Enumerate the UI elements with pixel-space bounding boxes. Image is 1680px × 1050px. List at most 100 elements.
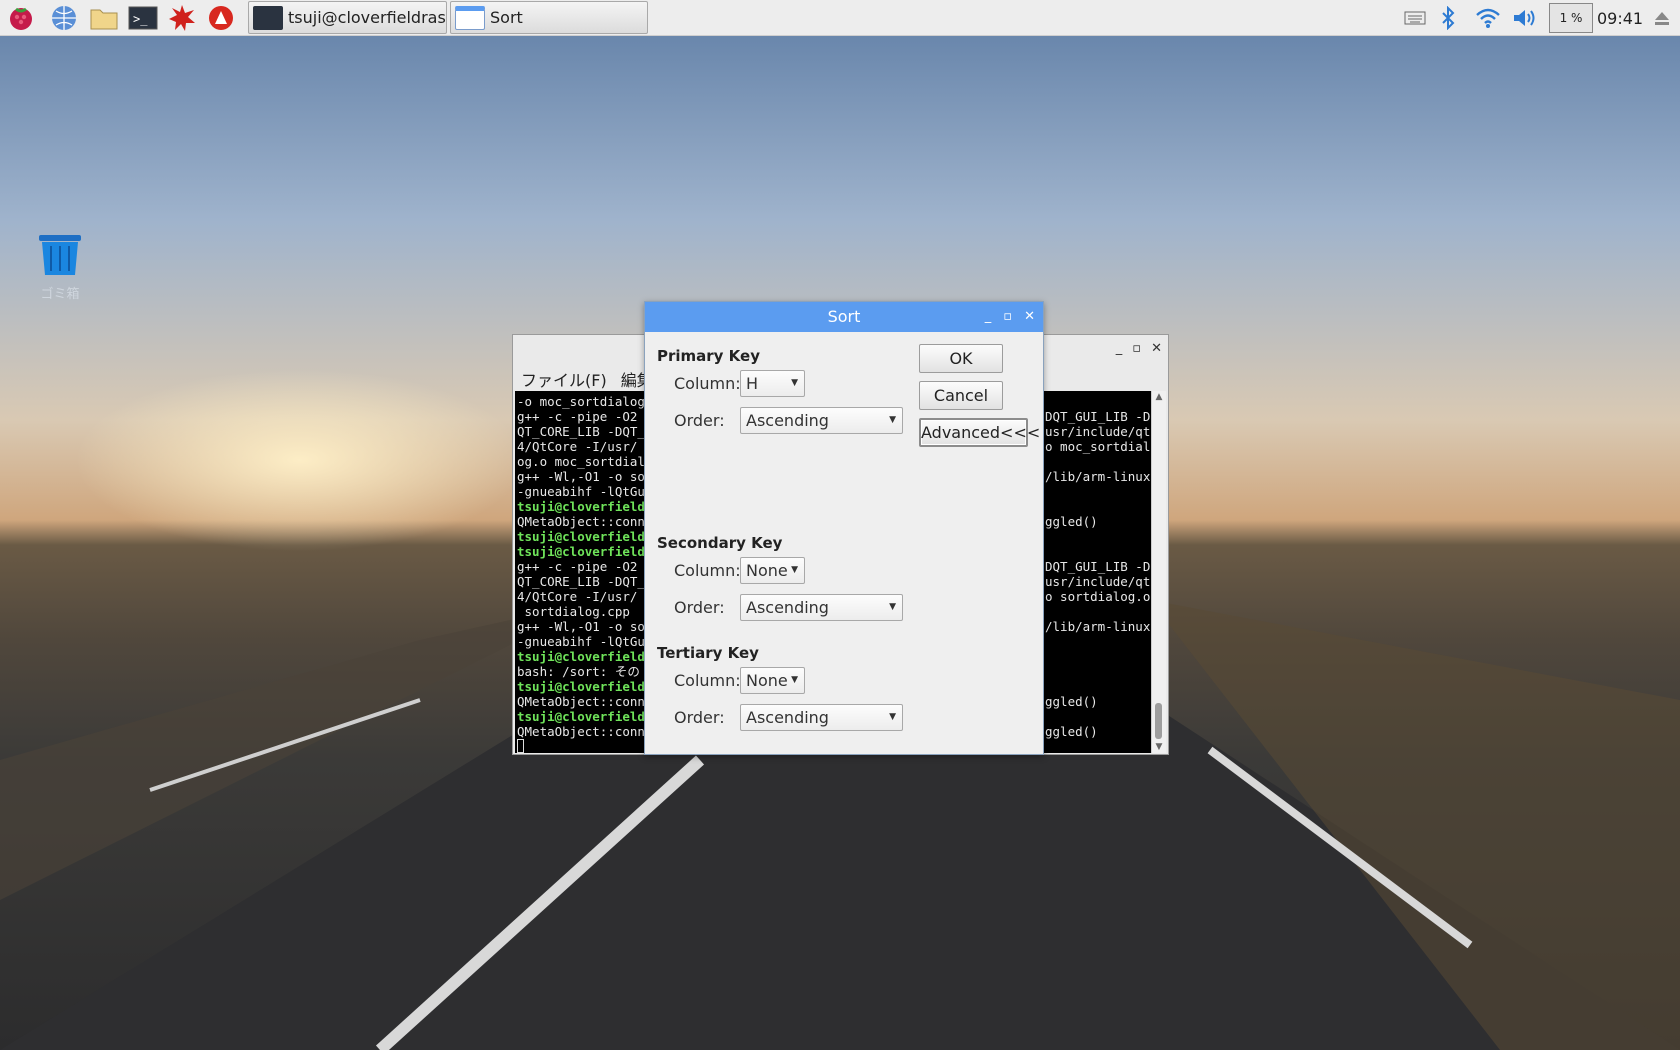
select-value: H xyxy=(746,374,759,393)
terminal-line-tail: /lib/arm-linux xyxy=(1045,469,1151,484)
window-task-icon xyxy=(455,5,485,30)
desktop-trash[interactable]: ゴミ箱 xyxy=(36,233,84,302)
terminal-line-tail: DQT_GUI_LIB -D xyxy=(1045,559,1151,574)
dialog-titlebar[interactable]: Sort _ ▫ ✕ xyxy=(645,302,1043,332)
terminal-line-tail: ggled() xyxy=(1045,694,1098,709)
trash-icon xyxy=(39,235,81,275)
terminal-line-tail: usr/include/qt xyxy=(1045,424,1151,439)
terminal-scrollbar[interactable]: ▲ ▼ xyxy=(1151,391,1166,753)
chevron-down-icon: ▼ xyxy=(889,415,896,425)
terminal-line: -o moc_sortdialog xyxy=(517,394,645,409)
scroll-up-icon[interactable]: ▲ xyxy=(1152,391,1166,403)
tertiary-order-select[interactable]: Ascending ▼ xyxy=(740,704,903,731)
primary-column-label: Column: xyxy=(674,374,741,393)
secondary-column-select[interactable]: None ▼ xyxy=(740,557,805,584)
taskbar-task-terminal[interactable]: tsuji@cloverfieldrasp... xyxy=(248,1,447,34)
sort-dialog: Sort _ ▫ ✕ Primary Key Column: H ▼ Order… xyxy=(644,301,1044,755)
primary-column-select[interactable]: H ▼ xyxy=(740,370,805,397)
terminal-line: tsuji@cloverfield xyxy=(517,499,645,514)
keyboard-icon[interactable] xyxy=(1402,0,1428,36)
cpu-monitor[interactable]: 1 % xyxy=(1549,0,1593,36)
scrollbar-thumb[interactable] xyxy=(1155,703,1162,739)
raspberry-menu-icon[interactable] xyxy=(6,3,36,33)
secondary-order-select[interactable]: Ascending ▼ xyxy=(740,594,903,621)
minimize-icon[interactable]: _ xyxy=(1116,341,1123,356)
select-value: Ascending xyxy=(746,411,829,430)
primary-key-heading: Primary Key xyxy=(657,347,760,365)
web-browser-icon[interactable] xyxy=(49,3,79,33)
wifi-icon[interactable] xyxy=(1473,0,1503,36)
terminal-line: tsuji@cloverfield xyxy=(517,649,645,664)
maximize-icon[interactable]: ▫ xyxy=(1132,341,1141,356)
tertiary-column-select[interactable]: None ▼ xyxy=(740,667,805,694)
terminal-line: g++ -Wl,-O1 -o so xyxy=(517,469,645,484)
terminal-line: QMetaObject::conn xyxy=(517,694,645,709)
terminal-line: 4/QtCore -I/usr/ xyxy=(517,439,638,454)
terminal-line: tsuji@cloverfield xyxy=(517,544,645,559)
dialog-title: Sort xyxy=(827,307,861,326)
select-value: None xyxy=(746,671,788,690)
terminal-line-tail: usr/include/qt xyxy=(1045,574,1151,589)
ok-button[interactable]: OK xyxy=(919,344,1003,373)
terminal-line: g++ -Wl,-O1 -o so xyxy=(517,619,645,634)
bluetooth-icon[interactable] xyxy=(1436,0,1460,36)
taskbar: >_ tsuji@cloverfieldrasp... Sort 1 % 09:… xyxy=(0,0,1680,36)
volume-icon[interactable] xyxy=(1510,0,1540,36)
terminal-window-controls: _ ▫ ✕ xyxy=(1116,341,1162,356)
terminal-line: 4/QtCore -I/usr/ xyxy=(517,589,638,604)
close-icon[interactable]: ✕ xyxy=(1024,302,1035,332)
taskbar-task-label: Sort xyxy=(490,8,523,27)
primary-order-label: Order: xyxy=(674,411,725,430)
trash-label: ゴミ箱 xyxy=(40,287,80,302)
terminal-line-tail: /lib/arm-linux xyxy=(1045,619,1151,634)
terminal-line-tail: o sortdialog.o xyxy=(1045,589,1151,604)
terminal-line-tail: DQT_GUI_LIB -D xyxy=(1045,409,1151,424)
terminal-line: QMetaObject::conn xyxy=(517,514,645,529)
secondary-order-label: Order: xyxy=(674,598,725,617)
menu-file[interactable]: ファイル(F) xyxy=(521,367,607,391)
terminal-line: -gnueabihf -lQtGu xyxy=(517,484,645,499)
taskbar-task-sort[interactable]: Sort xyxy=(450,1,648,34)
advanced-button[interactable]: Advanced<<< xyxy=(919,418,1040,447)
terminal-line: QT_CORE_LIB -DQT_ xyxy=(517,424,645,439)
minimize-icon[interactable]: _ xyxy=(985,302,992,332)
wolfram-icon[interactable] xyxy=(206,3,236,33)
secondary-column-label: Column: xyxy=(674,561,741,580)
terminal-launcher-icon[interactable]: >_ xyxy=(128,3,158,33)
terminal-line: g++ -c -pipe -O2 xyxy=(517,409,638,424)
maximize-icon[interactable]: ▫ xyxy=(1003,302,1012,332)
terminal-line: QMetaObject::conn xyxy=(517,724,645,739)
terminal-line: tsuji@cloverfield xyxy=(517,709,645,724)
select-value: Ascending xyxy=(746,708,829,727)
secondary-key-heading: Secondary Key xyxy=(657,534,783,552)
chevron-down-icon: ▼ xyxy=(791,675,798,685)
terminal-cursor xyxy=(517,739,524,753)
terminal-line: og.o moc_sortdial xyxy=(517,454,645,469)
chevron-down-icon: ▼ xyxy=(791,378,798,388)
taskbar-task-label: tsuji@cloverfieldrasp... xyxy=(288,8,446,27)
mathematica-icon[interactable] xyxy=(167,3,197,33)
terminal-line: tsuji@cloverfield xyxy=(517,679,645,694)
select-value: Ascending xyxy=(746,598,829,617)
terminal-line: bash: /sort: その xyxy=(517,664,640,679)
terminal-task-icon xyxy=(253,5,283,30)
file-manager-icon[interactable] xyxy=(89,3,119,33)
terminal-line-tail: ggled() xyxy=(1045,514,1098,529)
tertiary-key-heading: Tertiary Key xyxy=(657,644,759,662)
tertiary-column-label: Column: xyxy=(674,671,741,690)
select-value: None xyxy=(746,561,788,580)
chevron-down-icon: ▼ xyxy=(791,565,798,575)
scroll-down-icon[interactable]: ▼ xyxy=(1152,741,1166,753)
cpu-usage: 1 % xyxy=(1549,3,1593,33)
cancel-button[interactable]: Cancel xyxy=(919,381,1003,410)
terminal-line: QT_CORE_LIB -DQT_ xyxy=(517,574,645,589)
primary-order-select[interactable]: Ascending ▼ xyxy=(740,407,903,434)
eject-icon[interactable] xyxy=(1650,0,1674,36)
close-icon[interactable]: ✕ xyxy=(1151,341,1162,356)
terminal-line: -gnueabihf -lQtGu xyxy=(517,634,645,649)
terminal-line-tail: o moc_sortdial xyxy=(1045,439,1151,454)
terminal-line: tsuji@cloverfield xyxy=(517,529,645,544)
clock[interactable]: 09:41 xyxy=(1597,0,1643,36)
svg-text:>_: >_ xyxy=(133,12,148,26)
terminal-line: g++ -c -pipe -O2 xyxy=(517,559,638,574)
